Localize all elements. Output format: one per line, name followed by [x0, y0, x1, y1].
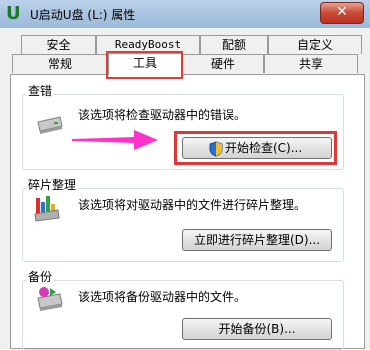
- defrag-description: 该选项将对驱动器中的文件进行碎片整理。: [78, 198, 307, 212]
- drive-check-icon: [37, 116, 63, 134]
- tab-hardware[interactable]: 硬件: [182, 54, 264, 73]
- error-check-title: 查错: [26, 82, 55, 99]
- app-icon: U: [6, 3, 21, 24]
- defrag-title: 碎片整理: [26, 176, 79, 193]
- backup-title: 备份: [26, 268, 55, 285]
- backup-icon: [37, 287, 63, 311]
- backup-description: 该选项将备份驱动器中的文件。: [78, 290, 247, 304]
- tools-tab-highlight: [106, 51, 183, 79]
- defrag-now-button[interactable]: 立即进行碎片整理(D)...: [182, 229, 332, 251]
- tab-customize[interactable]: 自定义: [268, 35, 362, 54]
- tab-general[interactable]: 常规: [12, 54, 108, 73]
- window-title: U启动U盘 (L:) 属性: [30, 8, 136, 22]
- start-backup-button[interactable]: 开始备份(B)...: [182, 318, 332, 340]
- start-check-highlight: [174, 131, 337, 165]
- defrag-icon: [34, 196, 60, 222]
- tab-quota[interactable]: 配额: [200, 35, 268, 54]
- tab-sharing[interactable]: 共享: [264, 54, 358, 73]
- pointer-arrow-icon: [72, 130, 158, 150]
- tab-security[interactable]: 安全: [21, 35, 96, 54]
- close-button[interactable]: ✕: [320, 2, 364, 24]
- title-bar: U U启动U盘 (L:) 属性 ✕: [0, 0, 370, 29]
- error-check-description: 该选项将检查驱动器中的错误。: [78, 108, 247, 122]
